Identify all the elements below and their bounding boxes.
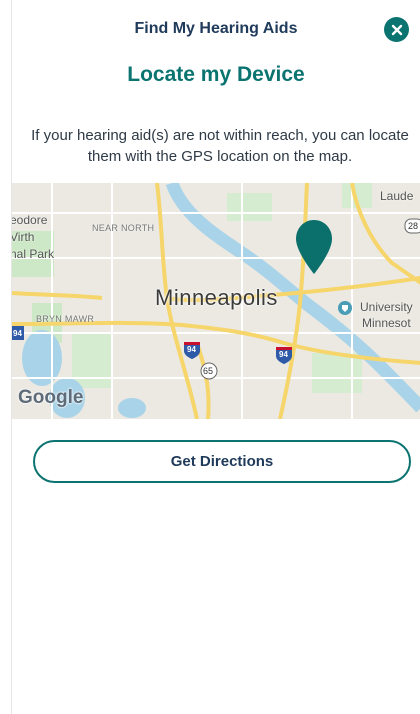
page-title: Locate my Device xyxy=(127,63,305,86)
park-area xyxy=(72,333,112,388)
screen: Find My Hearing Aids Locate my Device If… xyxy=(11,0,420,714)
shield-94-label: 94 xyxy=(279,350,288,359)
shield-65-label: 65 xyxy=(203,366,214,376)
header-title: Find My Hearing Aids xyxy=(134,20,298,37)
map-label-park: nal Park xyxy=(12,247,55,261)
map-label-university: University xyxy=(360,300,413,314)
map-label-minnesota: Minnesot xyxy=(362,316,411,330)
park-area xyxy=(312,353,362,393)
map-label-theodore: eodore xyxy=(12,213,48,227)
map-label-wirth: Virth xyxy=(12,230,35,244)
google-logo: Google xyxy=(18,387,84,408)
close-button[interactable] xyxy=(384,17,409,42)
shield-28-label: 28 xyxy=(408,221,419,231)
description-text: If your hearing aid(s) are not within re… xyxy=(31,127,409,165)
shield-94-label: 94 xyxy=(13,329,22,338)
map-label-bryn-mawr: BRYN MAWR xyxy=(36,314,95,324)
map-label-near-north: NEAR NORTH xyxy=(92,223,155,233)
map-view[interactable]: eodore Virth nal Park NEAR NORTH BRYN MA… xyxy=(12,183,420,419)
park-area xyxy=(227,193,272,221)
map-label-city: Minneapolis xyxy=(155,285,278,310)
map-label-lauderdale: Laude xyxy=(380,189,414,203)
get-directions-button[interactable]: Get Directions xyxy=(33,440,411,483)
shield-94-label: 94 xyxy=(187,345,196,354)
close-icon xyxy=(391,24,402,35)
map-pin-icon[interactable] xyxy=(295,219,333,275)
lake xyxy=(118,398,146,418)
